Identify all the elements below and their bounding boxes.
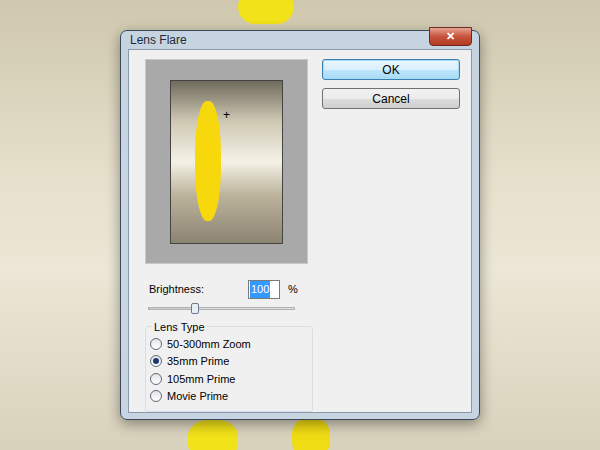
close-icon: ✕ [446,31,455,42]
radio-button[interactable] [150,355,162,367]
dialog-button[interactable]: Cancel [322,88,460,109]
slider-thumb[interactable] [191,303,199,314]
radio-dot [153,358,159,364]
lens-type-option[interactable]: 35mm Prime [150,353,312,370]
preview-box[interactable]: + [145,59,308,264]
left-column: + Brightness: 100 % Lens Type 50-300mm Z… [145,59,313,412]
dialog-body: + Brightness: 100 % Lens Type 50-300mm Z… [128,49,472,413]
radio-label: Movie Prime [167,388,228,405]
brightness-label: Brightness: [149,281,248,298]
figure-leg-left [188,420,238,450]
brightness-input[interactable]: 100 [248,280,280,299]
lens-type-option[interactable]: 50-300mm Zoom [150,336,312,353]
lens-flare-dialog: Lens Flare ✕ + Brightness: 100 % [120,30,480,420]
figure-leg-right [292,418,330,450]
radio-label: 50-300mm Zoom [167,336,251,353]
dialog-button[interactable]: OK [322,59,460,80]
lens-type-option[interactable]: 105mm Prime [150,371,312,388]
button-label: Cancel [372,90,409,108]
preview-image: + [170,80,283,244]
lens-type-option[interactable]: Movie Prime [150,388,312,405]
title-bar: Lens Flare ✕ [128,31,472,49]
radio-label: 105mm Prime [167,371,235,388]
preview-figure [195,101,221,221]
radio-button[interactable] [150,373,162,385]
brightness-unit: % [288,281,298,298]
brightness-row: Brightness: 100 % [145,280,313,299]
lens-type-group: Lens Type 50-300mm Zoom35mm Prime105mm P… [145,326,313,412]
close-button[interactable]: ✕ [429,27,472,46]
radio-label: 35mm Prime [167,353,229,370]
window-title: Lens Flare [128,31,187,49]
lens-type-options: 50-300mm Zoom35mm Prime105mm PrimeMovie … [150,336,312,405]
brightness-value: 100 [250,281,270,298]
brightness-fill [149,308,195,309]
flare-marker[interactable]: + [223,109,230,121]
radio-button[interactable] [150,338,162,350]
button-label: OK [382,61,399,79]
radio-button[interactable] [150,390,162,402]
brightness-slider[interactable] [148,307,295,310]
button-column: OK Cancel [322,59,460,412]
figure-top [238,0,294,24]
lens-type-legend: Lens Type [152,319,207,336]
